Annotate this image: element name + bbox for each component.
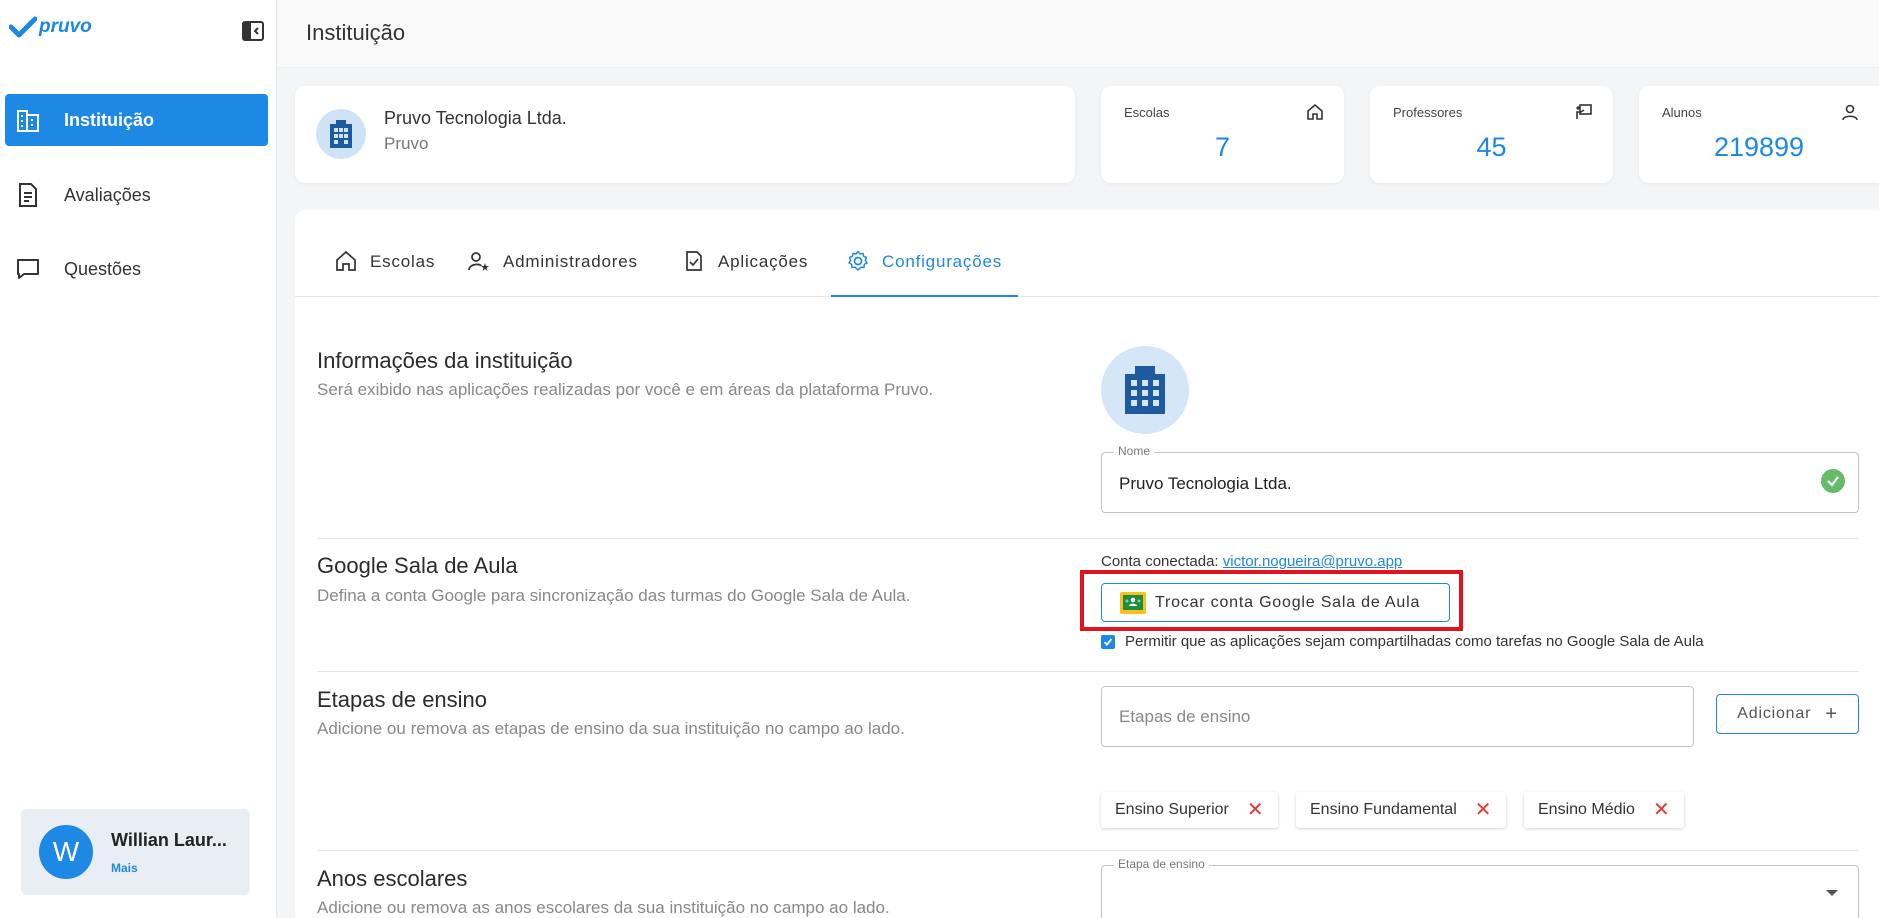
section-desc-years: Adicione ou remova as anos escolares da … — [317, 898, 890, 917]
stages-input[interactable]: Etapas de ensino — [1101, 686, 1694, 747]
avatar: W — [39, 825, 93, 879]
stages-placeholder: Etapas de ensino — [1119, 707, 1251, 726]
collapse-sidebar-icon[interactable] — [241, 19, 265, 43]
tab-escolas[interactable]: Escolas — [335, 238, 435, 297]
check-logo-icon — [9, 16, 37, 38]
tab-label: Administradores — [503, 252, 638, 271]
section-title-stages: Etapas de ensino — [317, 687, 488, 712]
section-title-info: Informações da instituição — [317, 348, 573, 373]
stat-card-escolas: Escolas 7 — [1101, 86, 1344, 183]
admin-icon — [468, 250, 490, 272]
remove-icon[interactable]: ✕ — [1653, 800, 1670, 820]
field-label: Etapa de ensino — [1114, 857, 1209, 871]
divider — [317, 671, 1859, 672]
home-icon — [1306, 103, 1326, 123]
chevron-down-icon — [1826, 890, 1838, 896]
institution-card: Pruvo Tecnologia Ltda. Pruvo — [295, 86, 1075, 183]
tab-bar: Escolas Administradores Aplicações Confi… — [295, 210, 1879, 297]
switch-button-label: Trocar conta Google Sala de Aula — [1155, 593, 1421, 611]
tab-label: Aplicações — [718, 252, 809, 271]
chip-label: Ensino Superior — [1115, 801, 1229, 818]
connected-account-email[interactable]: victor.nogueira@pruvo.app — [1223, 553, 1403, 570]
stat-value: 45 — [1476, 132, 1507, 162]
switch-google-classroom-button[interactable]: Trocar conta Google Sala de Aula — [1101, 583, 1450, 622]
sidebar-item-questoes[interactable]: Questões — [5, 243, 268, 295]
stat-value: 7 — [1214, 132, 1231, 162]
field-label: Nome — [1114, 444, 1155, 458]
stage-chip: Ensino Fundamental ✕ — [1296, 792, 1506, 828]
person-icon — [1841, 103, 1861, 123]
share-assignments-label: Permitir que as aplicações sejam compart… — [1125, 633, 1704, 650]
pruvo-logo[interactable]: pruvo — [9, 16, 92, 38]
gear-icon — [847, 250, 869, 272]
sidebar: pruvo Instituição Avaliações Questões W … — [0, 0, 277, 918]
plus-icon: + — [1825, 702, 1838, 725]
user-more-link[interactable]: Mais — [111, 861, 227, 875]
stage-chip: Ensino Médio ✕ — [1524, 792, 1684, 828]
settings-panel: Escolas Administradores Aplicações Confi… — [295, 210, 1879, 918]
stage-chip: Ensino Superior ✕ — [1101, 792, 1278, 828]
tab-label: Escolas — [370, 252, 436, 271]
section-title-google: Google Sala de Aula — [317, 553, 518, 578]
page-title: Instituição — [306, 20, 406, 45]
building-icon — [330, 120, 352, 148]
user-name: Willian Laur... — [111, 829, 227, 850]
connected-account-label: Conta conectada: — [1101, 553, 1223, 570]
connected-account: Conta conectada: victor.nogueira@pruvo.a… — [1101, 553, 1402, 570]
institution-name: Pruvo Tecnologia Ltda. — [384, 108, 567, 128]
sidebar-item-avaliacoes[interactable]: Avaliações — [5, 169, 268, 221]
add-button-label: Adicionar — [1737, 705, 1812, 722]
home-icon — [335, 250, 357, 272]
divider — [317, 850, 1859, 851]
share-assignments-checkbox[interactable] — [1101, 634, 1115, 649]
chip-label: Ensino Fundamental — [1310, 801, 1457, 818]
institution-name-field[interactable]: Nome Pruvo Tecnologia Ltda. — [1101, 444, 1859, 513]
checklist-icon — [683, 250, 705, 272]
sidebar-item-instituicao[interactable]: Instituição — [5, 94, 268, 146]
stage-select[interactable]: Etapa de ensino — [1101, 857, 1859, 918]
institution-logo — [316, 109, 366, 159]
section-desc-info: Será exibido nas aplicações realizadas p… — [317, 380, 934, 399]
stat-label: Professores — [1393, 105, 1463, 120]
field-value: Pruvo Tecnologia Ltda. — [1119, 474, 1292, 493]
section-desc-google: Defina a conta Google para sincronização… — [317, 586, 911, 605]
remove-icon[interactable]: ✕ — [1247, 800, 1264, 820]
check-circle-icon — [1821, 469, 1845, 493]
chip-label: Ensino Médio — [1538, 801, 1635, 818]
stat-card-alunos: Alunos 219899 — [1639, 86, 1879, 183]
presentation-icon — [1575, 103, 1595, 123]
user-profile-card[interactable]: W Willian Laur... Mais — [21, 809, 250, 895]
divider — [317, 538, 1859, 539]
add-stage-button[interactable]: Adicionar + — [1716, 694, 1859, 734]
remove-icon[interactable]: ✕ — [1475, 800, 1492, 820]
sidebar-item-label: Avaliações — [64, 184, 151, 205]
institution-short-name: Pruvo — [384, 134, 429, 153]
chat-icon — [14, 255, 42, 283]
tab-aplicacoes[interactable]: Aplicações — [683, 238, 808, 297]
building-icon — [14, 106, 42, 134]
section-desc-stages: Adicione ou remova as etapas de ensino d… — [317, 719, 905, 738]
document-icon — [14, 181, 42, 209]
sidebar-item-label: Instituição — [64, 109, 155, 130]
google-classroom-icon — [1120, 591, 1146, 614]
stat-label: Escolas — [1124, 105, 1170, 120]
share-assignments-option: Permitir que as aplicações sejam compart… — [1101, 633, 1704, 650]
section-title-years: Anos escolares — [317, 866, 468, 891]
top-bar: Instituição — [278, 0, 1879, 68]
building-icon — [1125, 366, 1165, 414]
stat-value: 219899 — [1713, 132, 1805, 162]
tab-label: Configurações — [882, 252, 1003, 271]
tab-administradores[interactable]: Administradores — [468, 238, 638, 297]
sidebar-item-label: Questões — [64, 258, 142, 279]
brand-name: pruvo — [39, 16, 92, 37]
stat-card-professores: Professores 45 — [1370, 86, 1613, 183]
stat-label: Alunos — [1662, 105, 1702, 120]
institution-logo-large[interactable] — [1101, 346, 1189, 434]
tab-configuracoes[interactable]: Configurações — [831, 238, 1019, 297]
